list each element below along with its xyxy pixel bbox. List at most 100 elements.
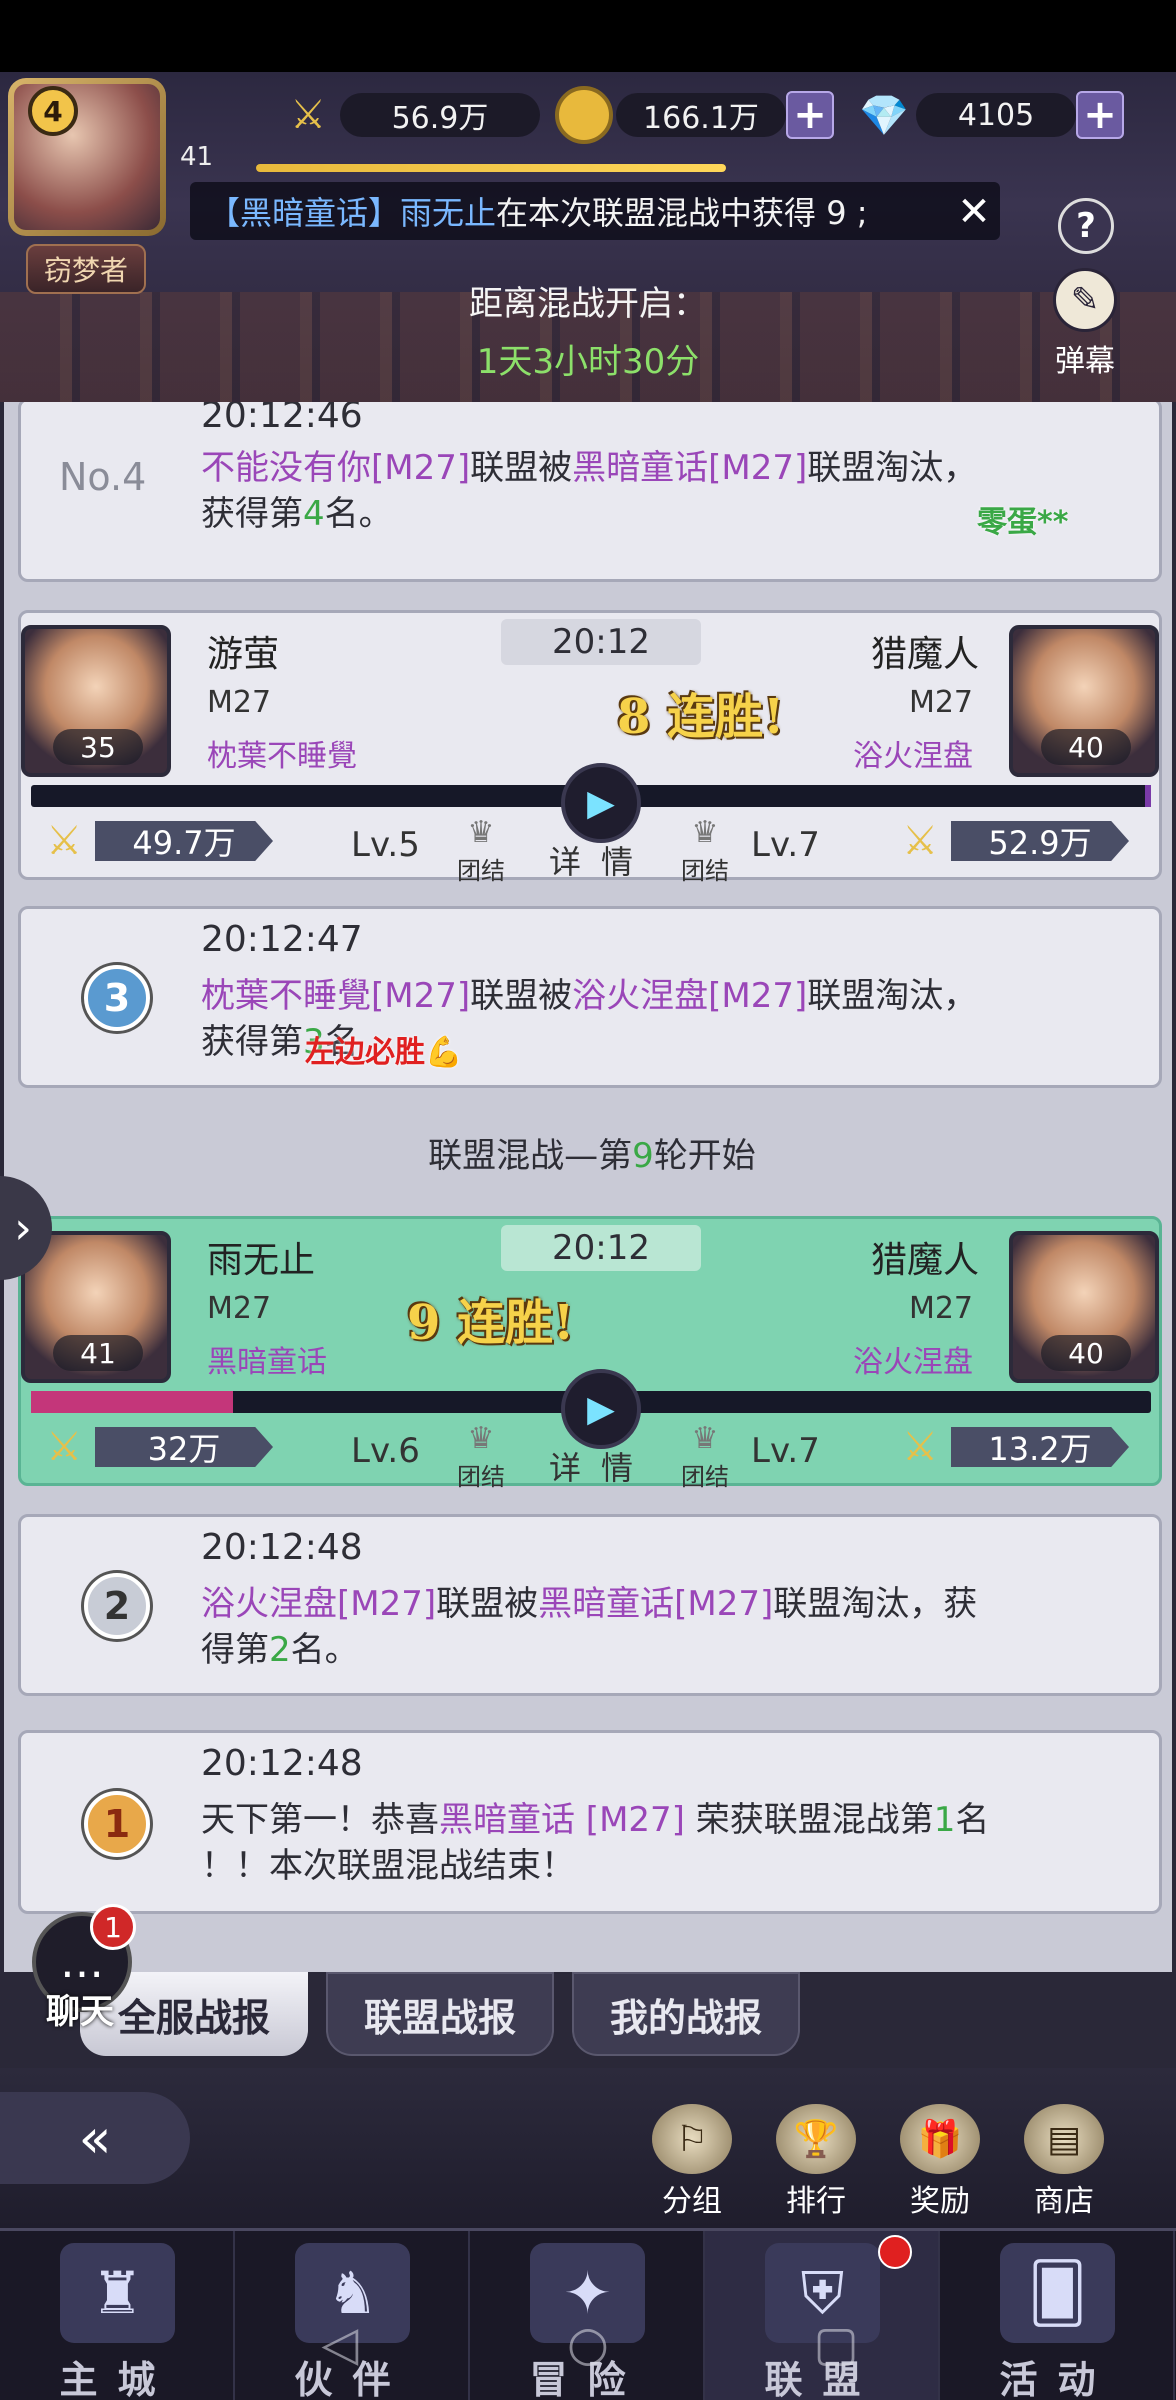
nav-main-city[interactable]: ♜ 主城 <box>0 2231 235 2400</box>
group-button[interactable]: ⚐ 分组 <box>642 2104 742 2220</box>
left-hp-fill <box>31 1391 233 1413</box>
sword-icon: ⚔ <box>902 818 938 864</box>
silver-medal-icon: 2 <box>77 1563 157 1649</box>
left-player-name: 雨无止 <box>207 1240 316 1281</box>
battle-time: 20:12 <box>501 619 701 665</box>
gold-value: 166.1万 <box>616 93 786 137</box>
chat-label: 聊天 <box>46 1992 114 2032</box>
add-diamond-button[interactable]: + <box>1076 91 1124 139</box>
left-player-portrait[interactable]: 35 <box>21 625 171 777</box>
battle-record[interactable]: 35 游萤 M27 枕葉不睡覺 20:12 8 连胜! 猎魔人 M27 浴火涅盘… <box>18 610 1162 885</box>
diamond-value: 4105 <box>916 93 1076 137</box>
left-player-guild: M27 <box>207 1291 272 1326</box>
right-power: ⚔ 52.9万 <box>889 818 1129 864</box>
right-player-alliance: 浴火涅盘 <box>853 739 973 774</box>
play-replay-icon: ▶ <box>561 763 641 843</box>
right-player-name: 猎魔人 <box>870 1240 979 1281</box>
sword-icon: ⚔ <box>902 1424 938 1470</box>
left-player-alliance: 枕葉不睡覺 <box>207 739 357 774</box>
unity-icon: ♛ <box>467 1420 495 1456</box>
right-alliance-level: Lv.7 <box>751 1431 820 1471</box>
gold-resource: 166.1万 + <box>552 86 834 144</box>
danmaku-comment: 零蛋** <box>977 505 1069 540</box>
left-alliance-level: Lv.5 <box>351 825 420 865</box>
cards-icon: 🂠 <box>1000 2243 1115 2343</box>
chat-button[interactable]: … 1 聊天 <box>32 1904 142 2032</box>
back-button[interactable]: « <box>0 2092 190 2184</box>
left-alliance-level: Lv.6 <box>351 1431 420 1471</box>
nav-events[interactable]: 🂠 活动 <box>940 2231 1175 2400</box>
sword-icon: ⚔ <box>46 1424 82 1470</box>
rewards-button[interactable]: 🎁 奖励 <box>890 2104 990 2220</box>
system-home-icon[interactable]: ○ <box>560 2316 616 2372</box>
log-entry: 1 20:12:48 天下第一！恭喜黑暗童话 [M27] 荣获联盟混战第1名 ！… <box>18 1730 1162 1914</box>
avatar-number: 41 <box>180 142 214 172</box>
add-gold-button[interactable]: + <box>786 91 834 139</box>
unity-icon: ♛ <box>467 814 495 850</box>
chat-unread-badge: 1 <box>90 1904 136 1950</box>
bronze-medal-icon: 3 <box>77 955 157 1041</box>
right-power: ⚔ 13.2万 <box>889 1424 1129 1470</box>
right-alliance-level: Lv.7 <box>751 825 820 865</box>
battle-time: 20:12 <box>501 1225 701 1271</box>
system-recents-icon[interactable]: ▢ <box>808 2316 864 2372</box>
castle-icon: ♜ <box>60 2243 175 2343</box>
left-player-alliance: 黑暗童话 <box>207 1345 327 1380</box>
details-button[interactable]: ▶ 详情 <box>531 1369 671 1489</box>
notification-dot <box>878 2235 912 2269</box>
player-level-badge: 4 <box>28 86 78 136</box>
log-entry: 2 20:12:48 浴火涅盘[M27]联盟被黑暗童话[M27]联盟淘汰，获 得… <box>18 1514 1162 1696</box>
shop-icon: ▤ <box>1024 2104 1104 2174</box>
system-back-icon[interactable]: ◁ <box>312 2316 368 2372</box>
countdown-label: 距离混战开启： <box>469 284 707 324</box>
log-entry: No.4 20:12:46 不能没有你[M27]联盟被黑暗童话[M27]联盟淘汰… <box>18 402 1162 582</box>
left-unity: ♛ 团结 <box>441 809 521 886</box>
left-unity: ♛ 团结 <box>441 1415 521 1492</box>
close-marquee-button[interactable]: ✕ <box>952 189 996 235</box>
left-player-guild: M27 <box>207 685 272 720</box>
battle-log[interactable]: No.4 20:12:46 不能没有你[M27]联盟被黑暗童话[M27]联盟淘汰… <box>0 402 1176 1972</box>
sword-icon: ⚔ <box>46 818 82 864</box>
entry-time: 20:12:46 <box>201 402 363 436</box>
gold-medal-icon: 1 <box>77 1781 157 1867</box>
report-tabs: 全服战报 联盟战报 我的战报 <box>0 1972 1176 2068</box>
left-power: ⚔ 32万 <box>33 1424 273 1470</box>
right-player-portrait[interactable]: 40 <box>1009 1231 1159 1383</box>
power-value: 56.9万 <box>340 93 540 137</box>
status-bar <box>0 0 1176 72</box>
function-bar: « ⚐ 分组 🏆 排行 🎁 奖励 ▤ 商店 <box>0 2068 1176 2228</box>
right-hp-fill <box>1145 785 1151 807</box>
win-streak: 9 连胜! <box>407 1295 575 1351</box>
tab-alliance-report[interactable]: 联盟战报 <box>326 1972 554 2056</box>
diamond-resource: 💎 4105 + <box>852 90 1124 140</box>
right-player-name: 猎魔人 <box>870 634 979 675</box>
entry-message: 浴火涅盘[M27]联盟被黑暗童话[M27]联盟淘汰，获 得第2名。 <box>201 1584 978 1670</box>
entry-time: 20:12:47 <box>201 919 363 960</box>
play-replay-icon: ▶ <box>561 1369 641 1449</box>
right-player-guild: M27 <box>908 1291 973 1326</box>
right-player-portrait[interactable]: 40 <box>1009 625 1159 777</box>
header: 4 41 窃梦者 ⚔ 56.9万 166.1万 + 💎 4105 + 【黑暗童话… <box>0 72 1176 402</box>
main-navigation: ♜ 主城 ♞ 伙伴 ✦ 冒险 ⛨ 联盟 🂠 活动 <box>0 2228 1176 2400</box>
right-unity: ♛ 团结 <box>665 809 745 886</box>
right-player-guild: M27 <box>908 685 973 720</box>
right-unity: ♛ 团结 <box>665 1415 745 1492</box>
sword-icon: ⚔ <box>290 92 326 138</box>
unity-icon: ♛ <box>691 1420 719 1456</box>
entry-time: 20:12:48 <box>201 1743 363 1784</box>
round-start-label: 联盟混战—第9轮开始 <box>428 1136 756 1176</box>
battle-record-highlight[interactable]: 41 雨无止 M27 黑暗童话 20:12 9 连胜! 猎魔人 M27 浴火涅盘… <box>18 1216 1162 1491</box>
power-resource: ⚔ 56.9万 <box>276 90 540 140</box>
ranking-button[interactable]: 🏆 排行 <box>766 2104 866 2220</box>
left-power: ⚔ 49.7万 <box>33 818 273 864</box>
entry-message: 天下第一！恭喜黑暗童话 [M27] 荣获联盟混战第1名 ！！本次联盟混战结束！ <box>201 1800 990 1886</box>
group-icon: ⚐ <box>652 2104 732 2174</box>
shop-button[interactable]: ▤ 商店 <box>1014 2104 1114 2220</box>
tab-my-report[interactable]: 我的战报 <box>572 1972 800 2056</box>
help-button[interactable]: ? <box>1058 198 1114 254</box>
left-player-name: 游萤 <box>207 634 280 675</box>
gold-coin-icon <box>552 83 616 147</box>
details-button[interactable]: ▶ 详情 <box>531 763 671 883</box>
entry-time: 20:12:48 <box>201 1527 363 1568</box>
right-player-alliance: 浴火涅盘 <box>853 1345 973 1380</box>
